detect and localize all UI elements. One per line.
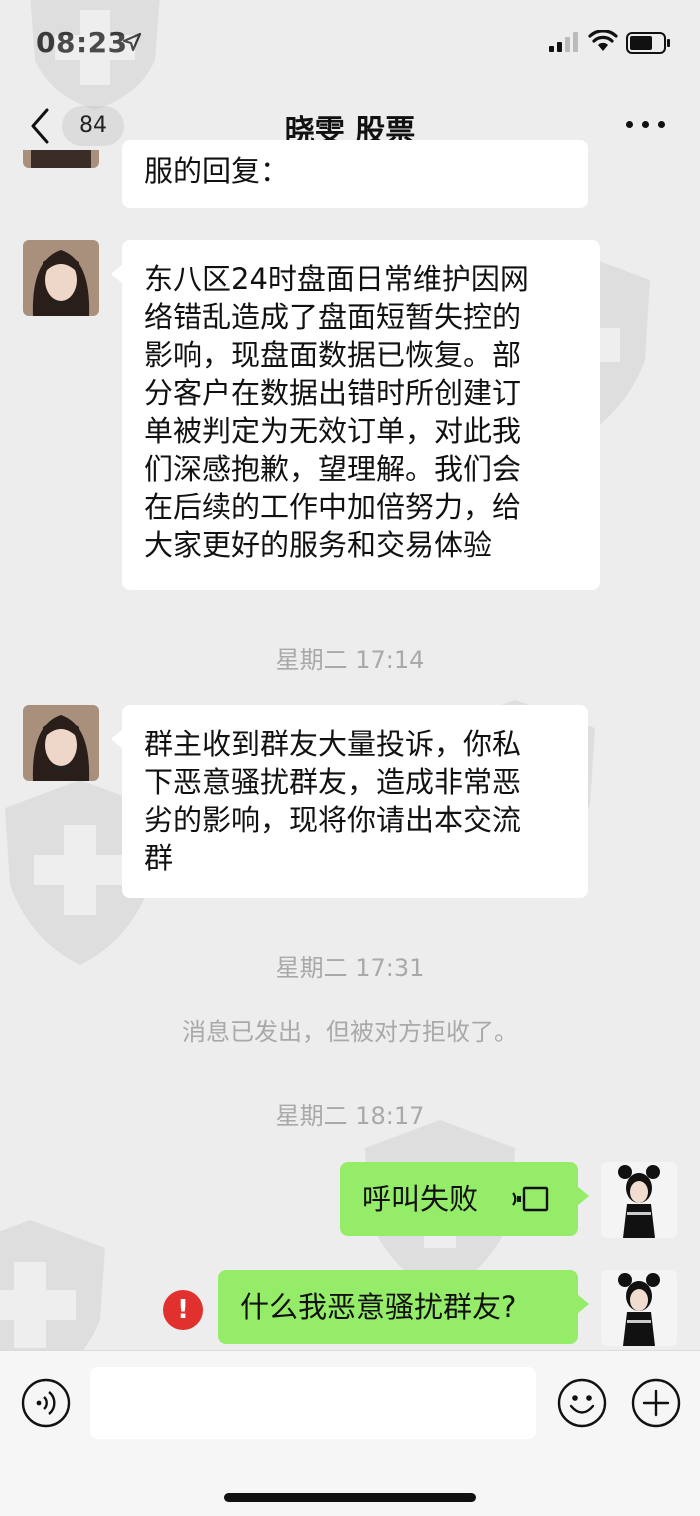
input-bar [0,1350,700,1516]
message-bubble-sent[interactable]: 呼叫失败 [340,1162,589,1236]
message-text: 什么我恶意骚扰群友? [240,1290,517,1324]
message-bubble-partial[interactable]: 服的回复： [122,140,588,208]
message-bubble-received[interactable]: 群主收到群友大量投诉，你私 下恶意骚扰群友，造成非常恶 劣的影响，现将你请出本交… [111,705,588,898]
message-text: 服的回复： [144,154,290,188]
plus-icon[interactable] [630,1377,682,1429]
error-icon[interactable]: ! [163,1290,203,1330]
message-bubble-received[interactable]: 东八区24时盘面日常维护因网 络错乱造成了盘面短暂失控的 影响，现盘面数据已恢复… [111,240,600,590]
timestamp: 星期二 17:31 [275,954,425,982]
voice-icon[interactable] [20,1377,72,1429]
battery-icon [626,32,670,54]
wifi-icon [588,30,618,51]
contact-avatar[interactable] [23,240,99,316]
message-text: 群主收到群友大量投诉，你私 下恶意骚扰群友，造成非常恶 劣的影响，现将你请出本交… [144,727,522,875]
phone-call-icon [512,1186,549,1212]
contact-avatar[interactable] [23,705,99,781]
my-avatar[interactable] [601,1162,677,1238]
timestamp: 星期二 18:17 [275,1102,425,1130]
message-input[interactable] [90,1367,536,1439]
status-time: 08:23 [36,26,128,59]
message-bubble-sent[interactable]: 什么我恶意骚扰群友? [218,1270,589,1344]
contact-avatar[interactable] [23,150,99,168]
timestamp: 星期二 17:14 [275,646,425,674]
more-icon[interactable] [626,118,666,132]
my-avatar[interactable] [601,1270,677,1346]
system-note: 消息已发出，但被对方拒收了。 [182,1018,518,1046]
emoji-icon[interactable] [556,1377,608,1429]
home-indicator [224,1493,476,1502]
message-text: 呼叫失败 [362,1182,479,1216]
message-text: 东八区24时盘面日常维护因网 络错乱造成了盘面短暂失控的 影响，现盘面数据已恢复… [144,262,529,562]
location-arrow-icon [122,32,142,52]
signal-icon [549,32,578,52]
status-bar: 08:23 [0,0,700,88]
